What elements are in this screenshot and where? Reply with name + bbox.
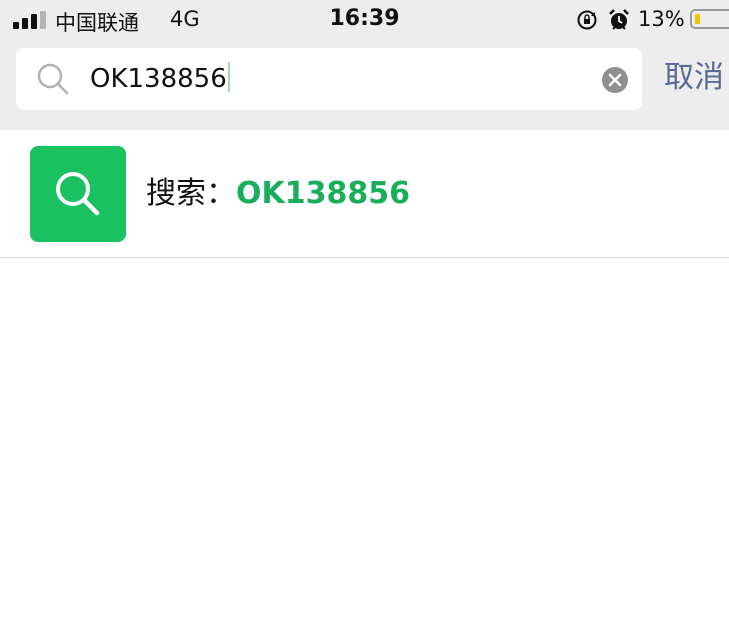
search-suggestion-row[interactable]: 搜索：OK138856 xyxy=(0,130,729,257)
rotation-lock-icon xyxy=(577,10,597,30)
search-query-text[interactable]: OK138856 xyxy=(90,62,230,96)
search-suggestion-query: OK138856 xyxy=(236,176,410,211)
cancel-button[interactable]: 取消 xyxy=(664,58,724,98)
divider xyxy=(0,257,729,258)
alarm-icon xyxy=(609,9,629,30)
search-suggestion-label: 搜索：OK138856 xyxy=(146,174,410,214)
search-tile-icon xyxy=(30,146,126,242)
search-icon xyxy=(37,63,69,95)
search-input[interactable]: OK138856 xyxy=(16,48,642,110)
top-bar: 中国联通 4G 16:39 13% OK138856 取消 xyxy=(0,0,729,130)
search-prefix: 搜索： xyxy=(146,176,236,211)
text-caret xyxy=(227,62,230,92)
battery-fill xyxy=(695,14,700,24)
search-query-value: OK138856 xyxy=(90,64,227,94)
battery-icon xyxy=(690,9,729,29)
search-icon xyxy=(56,172,100,216)
clear-icon[interactable] xyxy=(601,66,629,94)
battery-percent: 13% xyxy=(638,7,685,31)
status-bar: 中国联通 4G 16:39 13% xyxy=(0,0,729,40)
